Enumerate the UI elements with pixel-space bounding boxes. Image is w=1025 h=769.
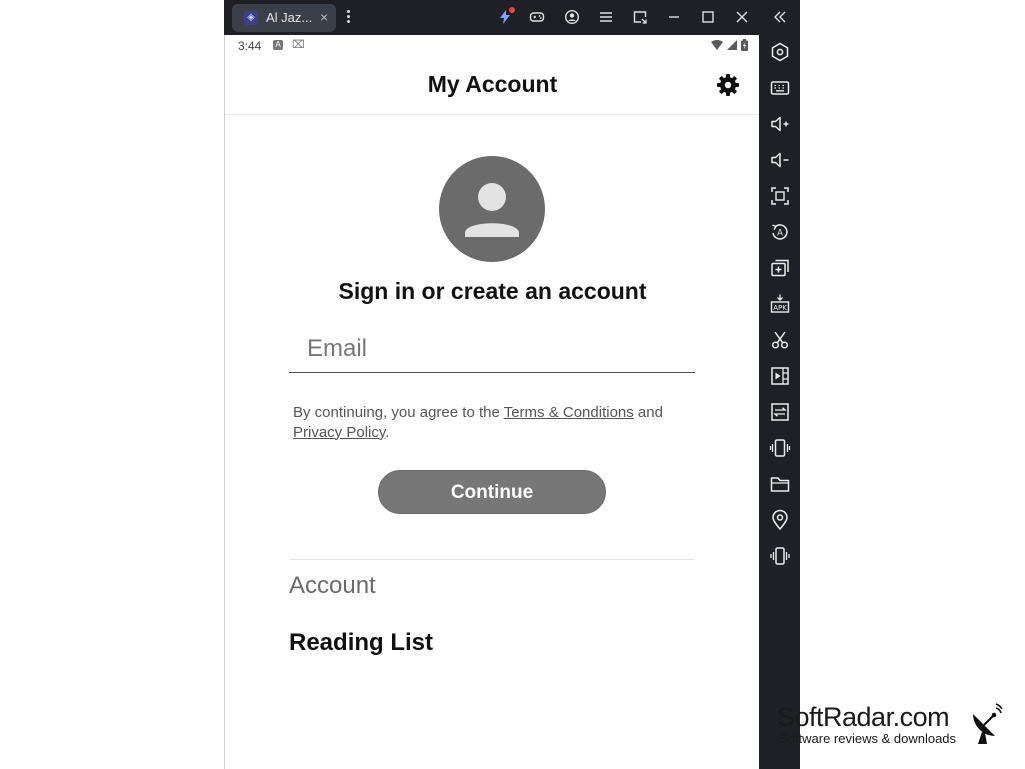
apk-icon[interactable]: APK	[769, 293, 791, 315]
status-notification-icon: ⌧	[292, 39, 305, 51]
wifi-icon	[711, 39, 723, 50]
volume-up-icon[interactable]	[769, 113, 791, 135]
section-divider	[289, 559, 695, 560]
emulator-titlebar: ◈ Al Jaz... ×	[224, 0, 800, 35]
location-icon[interactable]	[769, 509, 791, 531]
reading-list-item[interactable]: Reading List	[289, 629, 433, 657]
resize-icon[interactable]	[629, 6, 651, 28]
terms-prefix: By continuing, you agree to the	[293, 404, 504, 421]
lightning-icon[interactable]	[494, 6, 516, 28]
al-jazeera-app-icon: ◈	[244, 11, 258, 25]
app-bar: My Account	[225, 57, 760, 115]
hamburger-menu-icon[interactable]	[595, 6, 617, 28]
privacy-policy-link[interactable]: Privacy Policy	[293, 424, 385, 441]
person-icon	[465, 183, 519, 237]
terms-suffix: .	[385, 423, 390, 441]
terms-notice: By continuing, you agree to the Terms & …	[293, 403, 703, 442]
macro-icon[interactable]	[769, 401, 791, 423]
sign-in-heading: Sign in or create an account	[338, 278, 647, 304]
page-title: My Account	[427, 71, 558, 97]
emulator-window: ◈ Al Jaz... × 3:44 A ⌧ My Account Sign i…	[224, 0, 800, 769]
close-icon[interactable]	[731, 6, 753, 28]
app-tab[interactable]: ◈ Al Jaz... ×	[232, 4, 336, 32]
status-right-icons	[711, 39, 748, 51]
tab-label: Al Jaz...	[266, 10, 313, 25]
record-icon[interactable]	[769, 365, 791, 387]
folder-icon[interactable]	[769, 473, 791, 495]
watermark-title: SoftRadar.com	[777, 702, 950, 732]
settings-hex-icon[interactable]	[769, 41, 791, 63]
keyboard-icon[interactable]	[769, 77, 791, 99]
softradar-watermark: SoftRadar.com Software reviews & downloa…	[777, 702, 1017, 752]
screenshot-icon[interactable]	[769, 185, 791, 207]
rotate-icon[interactable]: A	[769, 221, 791, 243]
satellite-dish-icon	[973, 703, 1003, 744]
multi-instance-icon[interactable]	[769, 257, 791, 279]
shake-icon[interactable]	[769, 437, 791, 459]
settings-gear-icon[interactable]	[716, 73, 740, 97]
collapse-icon[interactable]	[769, 6, 791, 28]
terms-conditions-link[interactable]: Terms & Conditions	[504, 404, 634, 421]
svg-text:A: A	[777, 229, 783, 239]
vibrate-icon[interactable]	[769, 545, 791, 567]
signal-icon	[727, 39, 737, 50]
more-options-icon[interactable]	[342, 8, 354, 28]
watermark-subtitle: Software reviews & downloads	[779, 731, 957, 746]
svg-text:APK: APK	[773, 304, 787, 312]
account-circle-icon[interactable]	[561, 6, 583, 28]
minimize-icon[interactable]	[663, 6, 685, 28]
maximize-icon[interactable]	[697, 6, 719, 28]
android-screen: 3:44 A ⌧ My Account Sign in or create an…	[224, 35, 760, 769]
tab-close-icon[interactable]: ×	[320, 9, 328, 25]
volume-down-icon[interactable]	[769, 149, 791, 171]
status-time: 3:44	[238, 39, 262, 53]
emulator-sidebar: A APK	[759, 35, 800, 769]
status-a-icon: A	[273, 40, 283, 50]
account-section-header: Account	[289, 572, 376, 599]
email-input[interactable]	[289, 325, 695, 373]
continue-button[interactable]: Continue	[378, 470, 606, 514]
battery-icon	[741, 39, 748, 51]
status-bar: 3:44 A ⌧	[225, 35, 760, 57]
gamepad-icon[interactable]	[526, 6, 548, 28]
avatar	[439, 156, 545, 262]
notification-dot	[509, 7, 515, 13]
scissors-icon[interactable]	[769, 329, 791, 351]
terms-and: and	[633, 404, 663, 421]
